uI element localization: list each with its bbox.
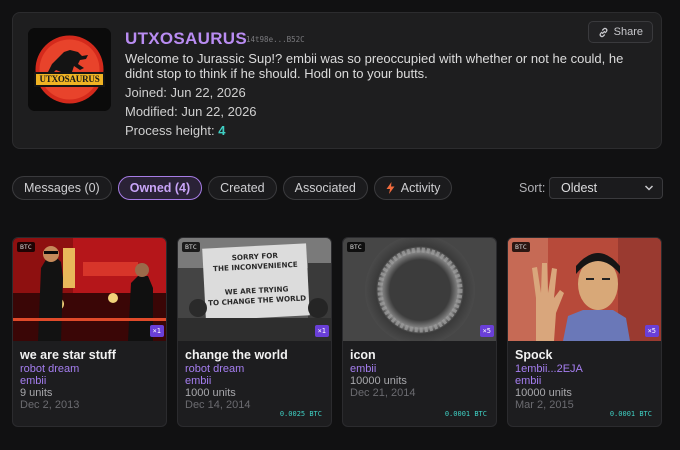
tab-created-label: Created bbox=[220, 181, 265, 195]
sort-select[interactable]: Oldest bbox=[549, 177, 663, 199]
share-button[interactable]: Share bbox=[587, 21, 653, 43]
tab-messages[interactable]: Messages (0) bbox=[12, 176, 112, 200]
profile-tabs: Messages (0) Owned (4) Created Associate… bbox=[12, 176, 453, 200]
card-title[interactable]: we are star stuff bbox=[20, 348, 116, 362]
card-creator[interactable]: embii bbox=[20, 375, 46, 387]
card-date: Dec 21, 2014 bbox=[350, 387, 416, 399]
nft-card[interactable]: BTC ×5 icon embii 10000 units Dec 21, 20… bbox=[342, 237, 497, 427]
sort-value: Oldest bbox=[561, 181, 598, 195]
card-creator[interactable]: embii bbox=[350, 363, 376, 375]
card-units: 1000 units bbox=[185, 387, 236, 399]
multiplier-badge: ×5 bbox=[479, 325, 494, 337]
card-price: 0.0001 BTC bbox=[444, 410, 487, 418]
multiplier-badge: ×1 bbox=[314, 325, 329, 337]
card-image[interactable]: BTC ×5 bbox=[343, 238, 496, 341]
profile-username: UTXOSAURUS bbox=[125, 29, 248, 48]
process-height-value: 4 bbox=[218, 123, 226, 138]
profile-card: UTXOSAURUS UTXOSAURUS 14t98e...B52C Welc… bbox=[12, 12, 662, 149]
multiplier-badge: ×5 bbox=[644, 325, 659, 337]
tab-associated[interactable]: Associated bbox=[282, 176, 368, 200]
tab-created[interactable]: Created bbox=[208, 176, 277, 200]
card-collection[interactable]: robot dream bbox=[185, 363, 244, 375]
tab-activity[interactable]: Activity bbox=[373, 176, 453, 200]
link-icon bbox=[599, 27, 608, 37]
card-collection[interactable]: 1embii...2EJA bbox=[515, 363, 583, 375]
tab-messages-label: Messages (0) bbox=[24, 181, 100, 195]
profile-address[interactable]: 14t98e...B52C bbox=[246, 35, 305, 44]
tab-activity-label: Activity bbox=[400, 181, 441, 195]
avatar-logo-text: UTXOSAURUS bbox=[39, 74, 100, 84]
profile-joined: Joined: Jun 22, 2026 bbox=[125, 85, 246, 100]
lightning-icon bbox=[386, 182, 395, 194]
tab-owned[interactable]: Owned (4) bbox=[117, 176, 203, 200]
card-creator[interactable]: embii bbox=[515, 375, 541, 387]
card-title[interactable]: Spock bbox=[515, 348, 553, 362]
share-label: Share bbox=[613, 26, 643, 38]
card-creator[interactable]: embii bbox=[185, 375, 211, 387]
card-image[interactable]: BTC ×5 bbox=[508, 238, 661, 341]
chain-badge: BTC bbox=[347, 242, 365, 252]
card-collection[interactable]: robot dream bbox=[20, 363, 79, 375]
card-date: Dec 2, 2013 bbox=[20, 399, 80, 411]
card-units: 9 units bbox=[20, 387, 53, 399]
profile-modified: Modified: Jun 22, 2026 bbox=[125, 104, 257, 119]
chevron-down-icon bbox=[644, 185, 654, 191]
sign-text: SORRY FOR THE INCONVENIENCE WE ARE TRYIN… bbox=[203, 249, 310, 308]
nft-card[interactable]: BTC ×1 we are star stuff robot dream emb… bbox=[12, 237, 167, 427]
multiplier-badge: ×1 bbox=[149, 325, 164, 337]
chain-badge: BTC bbox=[17, 242, 35, 252]
profile-process-height: Process height: 4 bbox=[125, 123, 225, 138]
card-price: 0.0025 BTC bbox=[279, 410, 322, 418]
profile-avatar: UTXOSAURUS bbox=[28, 28, 111, 111]
profile-bio: Welcome to Jurassic Sup!? embii was so p… bbox=[125, 51, 624, 81]
card-title[interactable]: icon bbox=[350, 348, 376, 362]
card-price: 0.0001 BTC bbox=[609, 410, 652, 418]
card-date: Mar 2, 2015 bbox=[515, 399, 574, 411]
card-date: Dec 14, 2014 bbox=[185, 399, 251, 411]
card-image[interactable]: BTC ×1 bbox=[13, 238, 166, 341]
chain-badge: BTC bbox=[182, 242, 200, 252]
process-height-label: Process height: bbox=[125, 123, 215, 138]
card-units: 10000 units bbox=[515, 387, 572, 399]
card-image[interactable]: SORRY FOR THE INCONVENIENCE WE ARE TRYIN… bbox=[178, 238, 331, 341]
tab-owned-label: Owned (4) bbox=[129, 181, 191, 195]
nft-card[interactable]: SORRY FOR THE INCONVENIENCE WE ARE TRYIN… bbox=[177, 237, 332, 427]
sort-label: Sort: bbox=[519, 181, 546, 195]
chain-badge: BTC bbox=[512, 242, 530, 252]
nft-card[interactable]: BTC ×5 Spock 1embii...2EJA embii 10000 u… bbox=[507, 237, 662, 427]
card-units: 10000 units bbox=[350, 375, 407, 387]
card-title[interactable]: change the world bbox=[185, 348, 288, 362]
tab-associated-label: Associated bbox=[294, 181, 356, 195]
